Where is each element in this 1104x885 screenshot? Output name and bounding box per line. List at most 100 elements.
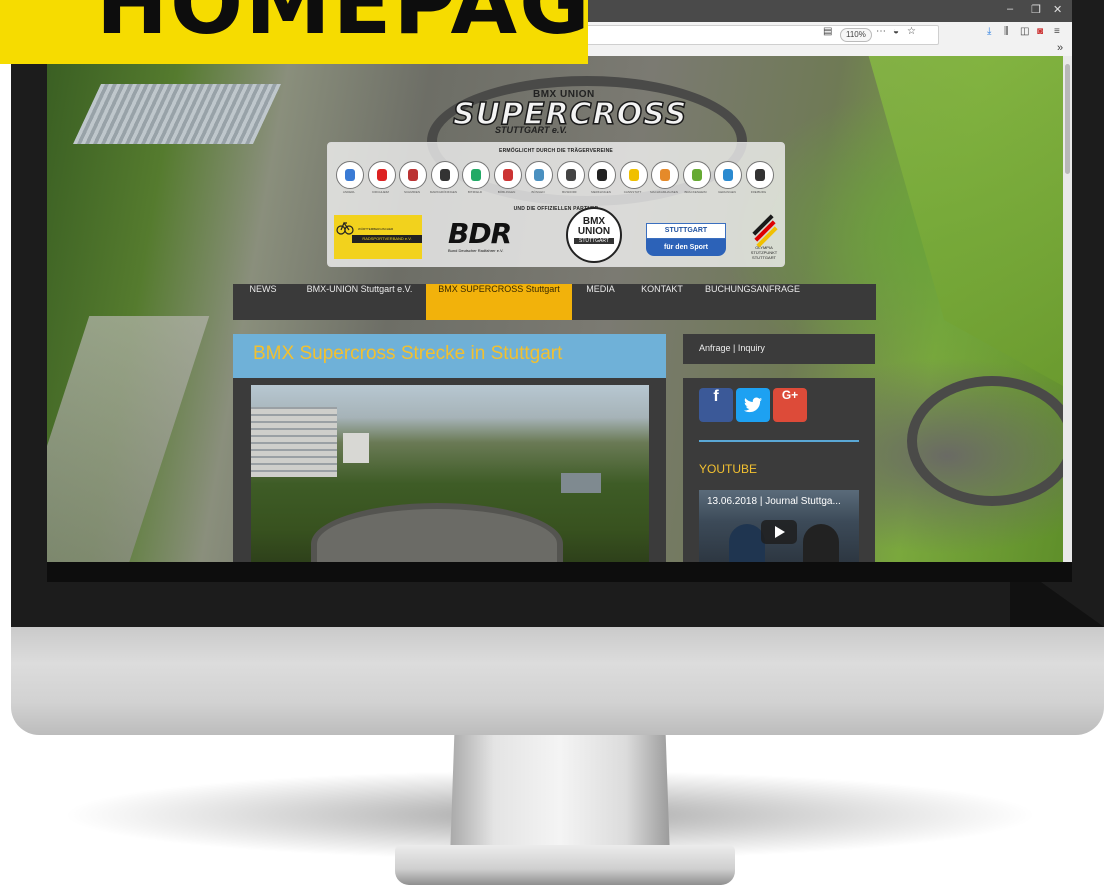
background-photo-track [907,376,1063,506]
nav-item[interactable]: BMX-UNION Stuttgart e.V. [293,284,426,320]
facebook-icon[interactable]: f [699,388,733,422]
club-logo-icon[interactable] [367,161,396,189]
club-emblem-icon [565,169,576,181]
pocket-icon[interactable]: ◒ [893,26,899,37]
bdr-text: BDR [448,217,512,250]
monitor-stand-neck [450,733,670,858]
club-name: MARKGRÖNINGEN [429,190,458,194]
twitter-bird-icon [744,397,762,413]
google-plus-icon[interactable]: G+ [773,388,807,422]
partners-heading: UND DIE OFFIZIELLEN PARTNER [513,206,599,212]
background-photo-field [868,56,1063,386]
main-nav: NEWS BMX-UNION Stuttgart e.V. BMX SUPERCRO… [233,284,876,320]
club-emblem-icon [628,169,639,181]
club-logo-icon[interactable] [525,161,553,189]
bookmark-star-icon[interactable]: ☆ [907,26,916,37]
overflow-icon[interactable]: » [1057,42,1063,54]
stuttgart-top-text: STUTTGART [646,223,726,239]
club-emblem-icon [408,169,418,181]
wrv-band-text: RADSPORTVERBAND e.V. [352,235,422,243]
stuttgart-bottom-text: für den Sport [646,239,726,256]
club-emblem-icon [471,169,481,181]
nav-item[interactable]: NEWS [233,284,293,320]
inquiry-link[interactable]: Anfrage | Inquiry [683,334,875,364]
monitor-stand-base [395,845,735,885]
nav-item[interactable]: BMX SUPERCROSS Stuttgart [426,284,572,320]
building-image [561,473,601,493]
minimize-icon[interactable]: – [1007,3,1013,15]
partner-olympia-logo[interactable]: OLYMPIA STÜTZPUNKT STUTTGART [746,214,782,261]
screen-bottom-strip [47,562,1072,582]
play-icon[interactable] [761,520,797,544]
club-logo-icon[interactable] [745,161,774,189]
sponsor-panel: ERMÖGLICHT DURCH DIE TRÄGERVEREINE ANDER… [327,142,785,267]
club-name: BITZFELD [467,190,483,194]
club-name: CANNSTATT [623,190,642,194]
olympia-text: OLYMPIA STÜTZPUNKT STUTTGART [750,245,778,260]
background-photo-path [47,316,210,562]
bmx-union-line3: STUTTGART [574,238,614,244]
reader-icon[interactable]: ▤ [823,26,832,37]
club-name: BÖBLINGEN [497,190,516,194]
club-logo-icon[interactable] [588,161,616,189]
club-logo-icon[interactable] [682,161,711,189]
zoom-indicator[interactable]: 110% [840,28,872,42]
homepage-banner: HOMEPAGE [0,0,588,64]
club-name: BRACKENHEIM [684,190,707,194]
logo-main-text: SUPERCROSS [452,96,688,133]
club-emblem-icon [345,169,355,181]
partner-bdr-logo[interactable]: BDR Bund Deutscher Radfahrer e.V. [448,217,532,257]
partner-stuttgart-logo[interactable]: STUTTGART für den Sport [646,223,726,257]
site-logo[interactable]: BMX UNION SUPERCROSS STUTTGART e.V. [452,89,687,139]
club-logo-icon[interactable] [714,161,742,189]
partner-bmx-union-logo[interactable]: BMX UNION STUTTGART [566,207,622,263]
club-logo-icon[interactable] [556,161,585,189]
track-video-thumbnail[interactable] [251,385,649,562]
library-icon[interactable]: ⫼ [1004,26,1009,37]
nav-item[interactable]: MEDIA [572,284,629,320]
youtube-video[interactable]: 13.06.2018 | Journal Stuttga... [699,490,859,562]
club-name: MERKLINGEN [591,190,611,194]
club-logo-icon[interactable] [399,161,427,189]
scrollbar-thumb[interactable] [1065,64,1070,174]
more-icon[interactable]: ⋯ [876,26,886,37]
club-name: KIRCHHEIM [372,190,389,194]
club-name: ANDERL [342,190,356,194]
download-icon[interactable]: ⤓ [987,26,991,37]
monitor-screen: – ❐ ✕ ▤ 110% ⋯ ◒ ☆ ⤓ ⫼ ◫ ◙ ≡ » BMX UNION… [47,0,1072,582]
partner-wrv-logo[interactable]: WÜRTTEMBERGISCHER RADSPORTVERBAND e.V. [334,215,422,259]
building-image [343,433,369,463]
sidebar-icon[interactable]: ◫ [1020,26,1029,37]
bicycle-icon [336,221,354,235]
twitter-icon[interactable] [736,388,770,422]
club-emblem-icon [502,169,513,181]
bmx-track-image [311,503,563,562]
maximize-icon[interactable]: ❐ [1031,3,1041,16]
club-emblem-icon [597,169,607,181]
wrv-top-text: WÜRTTEMBERGISCHER [358,227,394,231]
extension-icon[interactable]: ◙ [1037,26,1043,37]
video-person-image [803,524,839,562]
nav-item[interactable]: KONTAKT [629,284,695,320]
menu-icon[interactable]: ≡ [1054,26,1060,37]
club-logo-icon[interactable] [336,161,364,189]
clubs-heading: ERMÖGLICHT DURCH DIE TRÄGERVEREINE [499,148,613,154]
club-logo-icon[interactable] [619,161,648,189]
sidebar: f G+ YOUTUBE 13.06.2018 | Journal Stuttg… [683,378,875,562]
youtube-video-title: 13.06.2018 | Journal Stuttga... [707,496,841,507]
club-name: BUSDORF [562,190,577,194]
club-emblem-icon [723,169,733,181]
banner-title: HOMEPAGE [96,0,588,54]
close-icon[interactable]: ✕ [1053,3,1062,16]
club-emblem-icon [754,169,765,181]
club-name: FREIBURG [750,190,767,194]
club-logo-icon[interactable] [493,161,522,189]
page-title-bar: BMX Supercross Strecke in Stuttgart [233,334,666,378]
bmx-union-line2: UNION [577,226,611,237]
nav-item[interactable]: BUCHUNGSANFRAGE [695,284,810,320]
club-logo-icon[interactable] [462,161,490,189]
web-page: BMX UNION SUPERCROSS STUTTGART e.V. ERMÖ… [47,56,1063,562]
club-logo-icon[interactable] [651,161,679,189]
club-logo-icon[interactable] [430,161,459,189]
building-image [251,407,337,477]
